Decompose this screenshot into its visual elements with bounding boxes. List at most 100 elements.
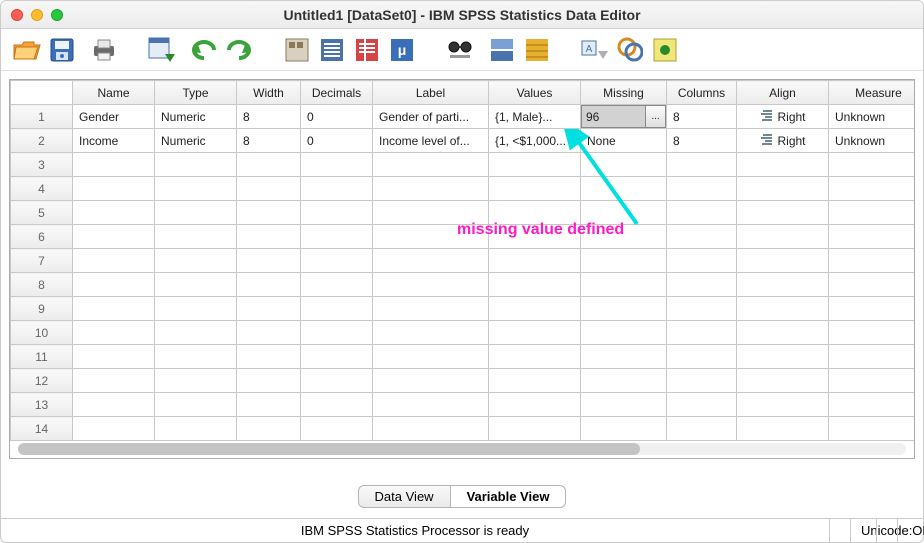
view-tabs: Data View Variable View xyxy=(1,479,923,518)
svg-text:μ: μ xyxy=(398,42,407,58)
align-right-icon xyxy=(759,109,773,124)
table-row-empty[interactable]: 14 xyxy=(11,417,916,441)
table-row-empty[interactable]: 7 xyxy=(11,249,916,273)
col-align[interactable]: Align xyxy=(737,81,829,105)
use-variable-sets-button[interactable] xyxy=(649,34,681,66)
corner-cell xyxy=(11,81,73,105)
table-row-empty[interactable]: 4 xyxy=(11,177,916,201)
table-row-empty[interactable]: 12 xyxy=(11,369,916,393)
col-columns[interactable]: Columns xyxy=(667,81,737,105)
table-row-empty[interactable]: 8 xyxy=(11,273,916,297)
cell-type[interactable]: Numeric xyxy=(155,105,237,129)
cell-values[interactable]: {1, <$1,000... xyxy=(489,129,581,153)
row-number[interactable]: 13 xyxy=(11,393,73,417)
row-number[interactable]: 14 xyxy=(11,417,73,441)
row-number[interactable]: 1 xyxy=(11,105,73,129)
window-title: Untitled1 [DataSet0] - IBM SPSS Statisti… xyxy=(11,7,913,23)
cell-type[interactable]: Numeric xyxy=(155,129,237,153)
missing-dialog-button[interactable]: ... xyxy=(646,105,666,128)
status-processor: IBM SPSS Statistics Processor is ready xyxy=(1,519,829,542)
cell-label[interactable]: Income level of... xyxy=(373,129,489,153)
col-missing[interactable]: Missing xyxy=(581,81,667,105)
cell-name[interactable]: Gender xyxy=(73,105,155,129)
undo-button[interactable] xyxy=(188,34,220,66)
table-row[interactable]: 2IncomeNumeric80Income level of...{1, <$… xyxy=(11,129,916,153)
minimize-icon[interactable] xyxy=(31,9,43,21)
col-name[interactable]: Name xyxy=(73,81,155,105)
cell-missing[interactable]: None xyxy=(581,129,667,153)
split-file-button[interactable] xyxy=(486,34,518,66)
open-button[interactable] xyxy=(11,34,43,66)
cell-width[interactable]: 8 xyxy=(237,105,301,129)
col-values[interactable]: Values xyxy=(489,81,581,105)
row-number[interactable]: 4 xyxy=(11,177,73,201)
print-button[interactable] xyxy=(88,34,120,66)
row-number[interactable]: 7 xyxy=(11,249,73,273)
status-gap1 xyxy=(829,519,850,542)
cell-columns[interactable]: 8 xyxy=(667,105,737,129)
goto-case-button[interactable] xyxy=(281,34,313,66)
horizontal-scrollbar[interactable] xyxy=(18,443,906,455)
table-row-empty[interactable]: 3 xyxy=(11,153,916,177)
run-descriptives-button[interactable]: μ xyxy=(386,34,418,66)
table-row-empty[interactable]: 5 xyxy=(11,201,916,225)
missing-value-input[interactable]: 96 xyxy=(581,105,646,128)
row-number[interactable]: 12 xyxy=(11,369,73,393)
close-icon[interactable] xyxy=(11,9,23,21)
tab-data-view[interactable]: Data View xyxy=(358,485,450,508)
row-number[interactable]: 6 xyxy=(11,225,73,249)
align-right-icon xyxy=(759,133,773,148)
recall-dialog-button[interactable] xyxy=(146,34,178,66)
column-header-row: Name Type Width Decimals Label Values Mi… xyxy=(11,81,916,105)
row-number[interactable]: 2 xyxy=(11,129,73,153)
tab-variable-view[interactable]: Variable View xyxy=(450,485,567,508)
cell-measure[interactable]: Unknown xyxy=(829,129,916,153)
col-measure[interactable]: Measure xyxy=(829,81,916,105)
col-decimals[interactable]: Decimals xyxy=(301,81,373,105)
cell-name[interactable]: Income xyxy=(73,129,155,153)
col-width[interactable]: Width xyxy=(237,81,301,105)
variables-button[interactable] xyxy=(351,34,383,66)
row-number[interactable]: 8 xyxy=(11,273,73,297)
row-number[interactable]: 5 xyxy=(11,201,73,225)
titlebar: Untitled1 [DataSet0] - IBM SPSS Statisti… xyxy=(1,1,923,29)
cell-align[interactable]: Right xyxy=(737,129,829,153)
row-number[interactable]: 9 xyxy=(11,297,73,321)
cell-columns[interactable]: 8 xyxy=(667,129,737,153)
row-number[interactable]: 11 xyxy=(11,345,73,369)
row-number[interactable]: 3 xyxy=(11,153,73,177)
table-row[interactable]: 1GenderNumeric80Gender of parti...{1, Ma… xyxy=(11,105,916,129)
row-number[interactable]: 10 xyxy=(11,321,73,345)
cell-decimals[interactable]: 0 xyxy=(301,129,373,153)
cell-missing[interactable]: 96... xyxy=(581,105,667,129)
status-unicode: Unicode:ON xyxy=(850,519,876,542)
table-row-empty[interactable]: 6 xyxy=(11,225,916,249)
toolbar: μ A xyxy=(1,29,923,71)
weight-cases-button[interactable] xyxy=(521,34,553,66)
table-row-empty[interactable]: 11 xyxy=(11,345,916,369)
cell-values[interactable]: {1, Male}... xyxy=(489,105,581,129)
cell-decimals[interactable]: 0 xyxy=(301,105,373,129)
status-gap3 xyxy=(897,519,923,542)
value-labels-button[interactable] xyxy=(614,34,646,66)
svg-text:A: A xyxy=(586,44,593,55)
col-label[interactable]: Label xyxy=(373,81,489,105)
table-row-empty[interactable]: 10 xyxy=(11,321,916,345)
cell-align[interactable]: Right xyxy=(737,105,829,129)
table-row-empty[interactable]: 9 xyxy=(11,297,916,321)
scrollbar-thumb[interactable] xyxy=(18,443,640,455)
status-gap2 xyxy=(876,519,897,542)
redo-button[interactable] xyxy=(223,34,255,66)
variable-grid[interactable]: Name Type Width Decimals Label Values Mi… xyxy=(9,79,915,459)
find-button[interactable] xyxy=(444,34,476,66)
cell-measure[interactable]: Unknown xyxy=(829,105,916,129)
table-row-empty[interactable]: 13 xyxy=(11,393,916,417)
zoom-icon[interactable] xyxy=(51,9,63,21)
cell-width[interactable]: 8 xyxy=(237,129,301,153)
goto-variable-button[interactable] xyxy=(316,34,348,66)
col-type[interactable]: Type xyxy=(155,81,237,105)
save-button[interactable] xyxy=(46,34,78,66)
statusbar: IBM SPSS Statistics Processor is ready U… xyxy=(1,518,923,542)
select-cases-button[interactable]: A xyxy=(579,34,611,66)
cell-label[interactable]: Gender of parti... xyxy=(373,105,489,129)
